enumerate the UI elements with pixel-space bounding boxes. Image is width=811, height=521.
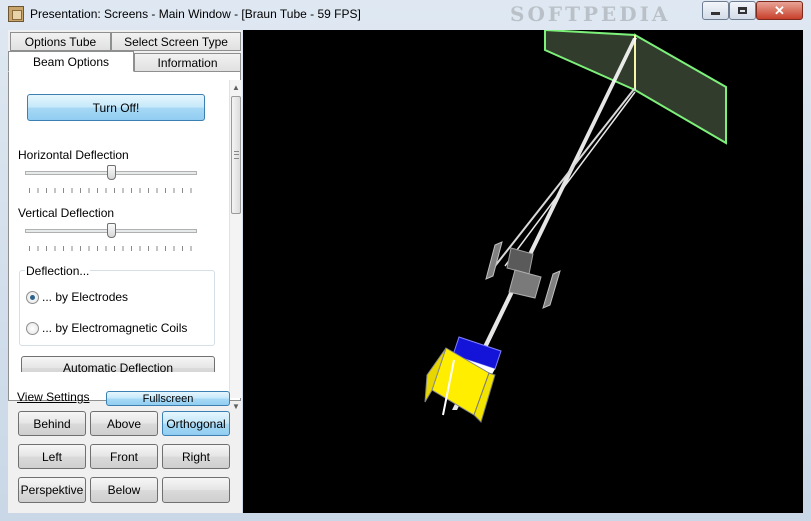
view-right-button[interactable]: Right [162, 444, 230, 469]
fullscreen-button[interactable]: Fullscreen [106, 391, 230, 406]
window-title: Presentation: Screens - Main Window - [B… [30, 7, 361, 21]
close-button[interactable]: ✕ [756, 1, 803, 20]
app-icon [8, 6, 24, 22]
minimize-button[interactable] [702, 1, 729, 20]
maximize-button[interactable] [729, 1, 756, 20]
electrode-bottom-plate [508, 269, 542, 299]
turn-off-button[interactable]: Turn Off! [27, 94, 205, 121]
screen-panel-right [634, 33, 727, 145]
electrodes-radio-label[interactable]: ... by Electrodes [42, 290, 128, 304]
vertical-deflection-label: Vertical Deflection [18, 206, 115, 220]
view-left-button[interactable]: Left [18, 444, 86, 469]
view-orthogonal-button[interactable]: Orthogonal [162, 411, 230, 436]
deflection-group-label: Deflection... [25, 264, 91, 278]
title-watermark: SOFTPEDIA [510, 2, 671, 26]
vertical-slider-ticks [29, 246, 197, 251]
tab-select-screen-type[interactable]: Select Screen Type [111, 32, 241, 51]
title-bar: Presentation: Screens - Main Window - [B… [0, 0, 811, 29]
view-above-button[interactable]: Above [90, 411, 158, 436]
beam-options-panel: Turn Off! Horizontal Deflection Vertical… [8, 71, 242, 411]
view-below-button[interactable]: Below [90, 477, 158, 503]
tab-beam-options[interactable]: Beam Options [8, 51, 134, 72]
panel-scrollbar[interactable]: ▲ ▼ [229, 80, 242, 411]
horizontal-deflection-label: Horizontal Deflection [18, 148, 129, 162]
vertical-deflection-slider[interactable] [106, 223, 116, 238]
view-behind-button[interactable]: Behind [18, 411, 86, 436]
scroll-up-arrow-icon[interactable]: ▲ [230, 82, 242, 94]
control-panel: Options Tube Select Screen Type Beam Opt… [8, 30, 242, 513]
scroll-down-arrow-icon[interactable]: ▼ [230, 401, 242, 413]
automatic-deflection-button[interactable]: Automatic Deflection [21, 356, 215, 372]
beam-reflection-line [494, 87, 636, 267]
tab-information[interactable]: Information [134, 53, 241, 72]
beam-reflection-line-2 [504, 91, 636, 267]
screen-panel-left [544, 30, 636, 92]
view-settings-link[interactable]: View Settings [17, 390, 90, 404]
view-perspektive-button[interactable]: Perspektive [18, 477, 86, 503]
braun-tube-scene [424, 30, 727, 423]
minimize-icon [711, 12, 720, 15]
view-front-button[interactable]: Front [90, 444, 158, 469]
coils-radio[interactable] [26, 322, 39, 335]
grip-icon [233, 151, 239, 159]
tab-options-tube[interactable]: Options Tube [10, 32, 111, 51]
3d-viewport[interactable] [243, 30, 803, 513]
electrode-right [542, 270, 561, 309]
maximize-icon [738, 7, 747, 14]
close-icon: ✕ [774, 3, 785, 18]
coils-radio-label[interactable]: ... by Electromagnetic Coils [42, 321, 187, 335]
scroll-thumb[interactable] [231, 96, 241, 214]
view-empty-button[interactable] [162, 477, 230, 503]
beam-options-content: Turn Off! Horizontal Deflection Vertical… [17, 82, 225, 372]
horizontal-deflection-slider[interactable] [106, 165, 116, 180]
electrodes-radio[interactable] [26, 291, 39, 304]
horizontal-slider-ticks [29, 188, 197, 193]
main-window: Presentation: Screens - Main Window - [B… [0, 0, 811, 521]
